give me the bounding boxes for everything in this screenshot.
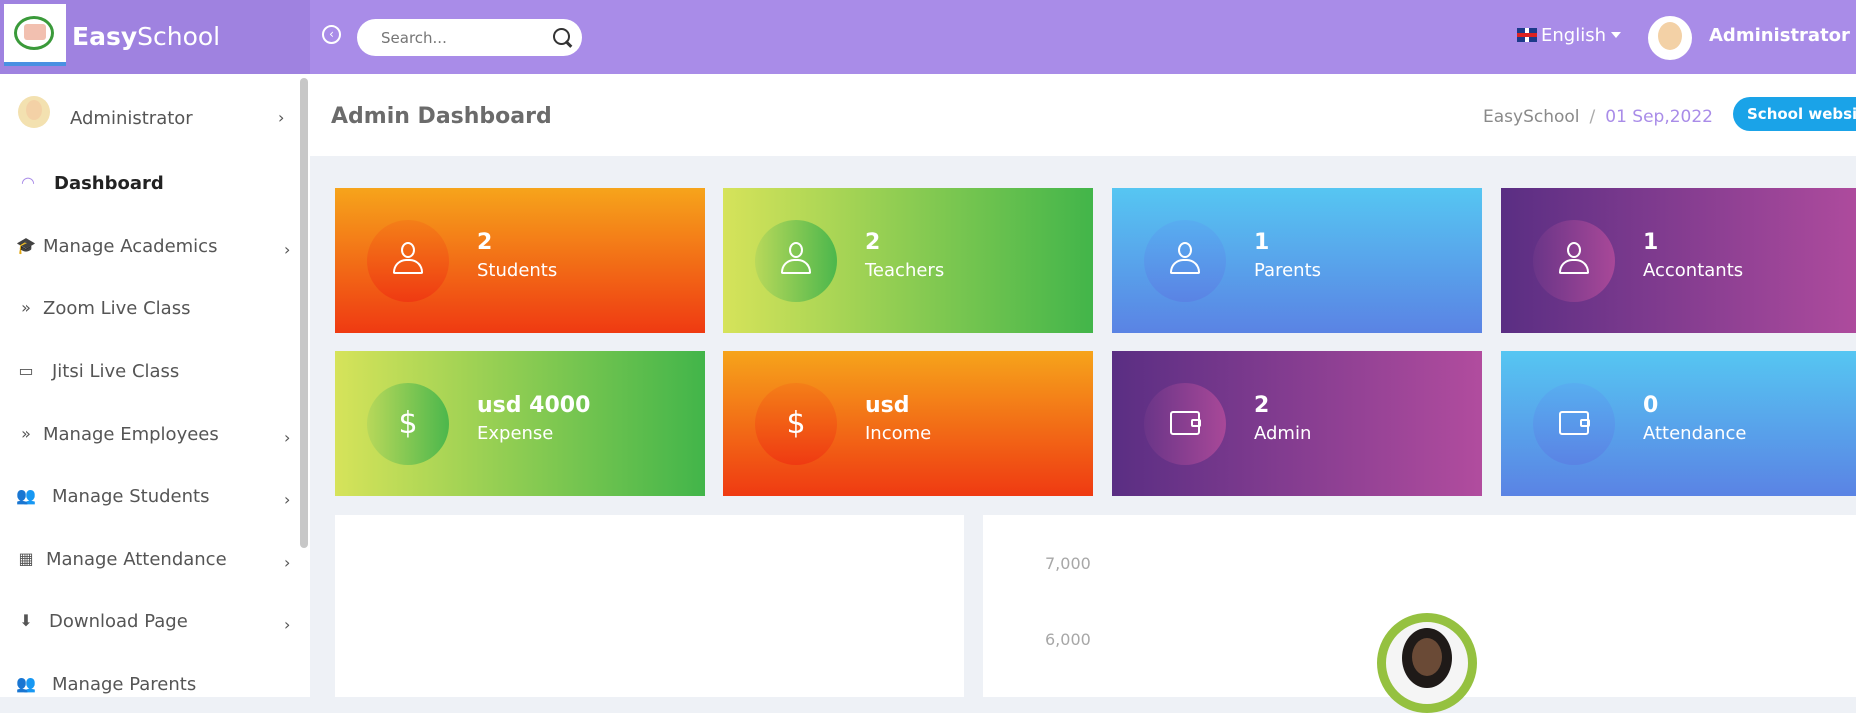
school-website-button[interactable]: School website [1733, 97, 1856, 131]
stat-card-expense[interactable]: $ usd 4000 Expense [335, 351, 705, 496]
sidebar-item-manage-students[interactable]: 👥 Manage Students › [0, 476, 300, 516]
building-icon: ▦ [18, 549, 34, 568]
double-chevron-right-icon: » [21, 298, 31, 317]
user-icon [781, 242, 811, 280]
stat-card-students[interactable]: 2 Students [335, 188, 705, 333]
stat-label: Expense [477, 423, 554, 444]
language-selector[interactable]: English [1517, 25, 1621, 46]
brand-name[interactable]: EasySchool [72, 22, 220, 51]
chevron-right-icon: › [284, 428, 291, 447]
sidebar: Administrator › ◠ Dashboard 🎓 Manage Aca… [0, 74, 310, 697]
stat-label: Attendance [1643, 423, 1747, 444]
sidebar-item-manage-attendance[interactable]: ▦ Manage Attendance › [0, 539, 300, 579]
chevron-right-icon: › [278, 108, 285, 127]
stat-label: Teachers [865, 260, 945, 281]
stat-value: 2 [865, 230, 881, 255]
download-icon: ⬇ [19, 611, 33, 630]
stat-value: 2 [477, 230, 493, 255]
brand-area: EasySchool [0, 0, 310, 74]
stat-card-accountants[interactable]: 1 Accontants [1501, 188, 1856, 333]
user-icon [1170, 242, 1200, 280]
stat-label: Accontants [1643, 260, 1744, 281]
breadcrumb-home[interactable]: EasySchool [1483, 107, 1580, 127]
user-icon [393, 242, 423, 280]
sidebar-item-dashboard[interactable]: ◠ Dashboard [0, 163, 300, 203]
search-icon[interactable] [553, 28, 570, 45]
stat-card-parents[interactable]: 1 Parents [1112, 188, 1482, 333]
stat-value: usd [865, 393, 910, 418]
chevron-right-icon: › [284, 615, 291, 634]
stat-value: 1 [1643, 230, 1659, 255]
sidebar-item-manage-academics[interactable]: 🎓 Manage Academics › [0, 226, 300, 266]
uk-flag-icon [1517, 28, 1537, 42]
user-name[interactable]: Administrator [1709, 25, 1850, 46]
top-navbar: EasySchool ‹ English Administrator [0, 0, 1856, 74]
stat-card-teachers[interactable]: 2 Teachers [723, 188, 1093, 333]
y-tick-label: 6,000 [1045, 630, 1091, 649]
school-logo[interactable] [4, 4, 66, 66]
dollar-icon: $ [398, 406, 418, 441]
chevron-right-icon: › [284, 490, 291, 509]
stat-value: 2 [1254, 393, 1270, 418]
stat-label: Parents [1254, 260, 1321, 281]
user-avatar-icon [18, 96, 50, 128]
stat-value: 0 [1643, 393, 1659, 418]
y-tick-label: 7,000 [1045, 554, 1091, 573]
profile-avatar[interactable] [1377, 613, 1477, 713]
sidebar-item-administrator[interactable]: Administrator › [0, 96, 300, 138]
speedometer-icon: ◠ [21, 173, 35, 192]
search-input[interactable] [379, 27, 543, 49]
laptop-icon: ▭ [18, 361, 34, 380]
users-icon: 👥 [16, 486, 36, 505]
sidebar-item-manage-employees[interactable]: » Manage Employees › [0, 414, 300, 454]
sidebar-item-jitsi-live-class[interactable]: ▭ Jitsi Live Class [0, 351, 300, 391]
book-icon [24, 24, 46, 40]
user-avatar[interactable] [1648, 16, 1692, 60]
stat-value: usd 4000 [477, 393, 591, 418]
user-face-icon [1658, 22, 1682, 50]
left-panel [335, 515, 964, 697]
sidebar-item-download-page[interactable]: ⬇ Download Page › [0, 601, 300, 641]
double-chevron-right-icon: » [21, 424, 31, 443]
chevron-right-icon: › [284, 553, 291, 572]
page-title: Admin Dashboard [331, 104, 552, 129]
stat-card-attendance[interactable]: 0 Attendance [1501, 351, 1856, 496]
chevron-right-icon: › [284, 240, 291, 259]
stat-label: Admin [1254, 423, 1312, 444]
stat-label: Income [865, 423, 932, 444]
wallet-icon [1170, 411, 1201, 435]
user-icon [1559, 242, 1589, 280]
wallet-icon [1559, 411, 1590, 435]
stat-card-income[interactable]: $ usd Income [723, 351, 1093, 496]
language-label: English [1541, 25, 1606, 46]
dollar-icon: $ [786, 406, 806, 441]
caret-down-icon [1611, 32, 1621, 38]
stat-card-admin[interactable]: 2 Admin [1112, 351, 1482, 496]
page-header: Admin Dashboard EasySchool / 01 Sep,2022 S… [310, 74, 1856, 156]
stat-value: 1 [1254, 230, 1270, 255]
sidebar-item-zoom-live-class[interactable]: » Zoom Live Class [0, 288, 300, 328]
users-icon: 👥 [16, 674, 36, 693]
breadcrumb-date: 01 Sep,2022 [1605, 107, 1713, 127]
search-box [357, 19, 582, 56]
breadcrumb: EasySchool / 01 Sep,2022 [1483, 107, 1713, 127]
sidebar-item-manage-parents[interactable]: 👥 Manage Parents [0, 664, 300, 704]
sidebar-scrollbar[interactable] [300, 78, 308, 548]
stat-label: Students [477, 260, 558, 281]
graduation-cap-icon: 🎓 [16, 236, 36, 255]
breadcrumb-separator: / [1589, 107, 1596, 127]
collapse-sidebar-icon[interactable]: ‹ [322, 25, 341, 44]
